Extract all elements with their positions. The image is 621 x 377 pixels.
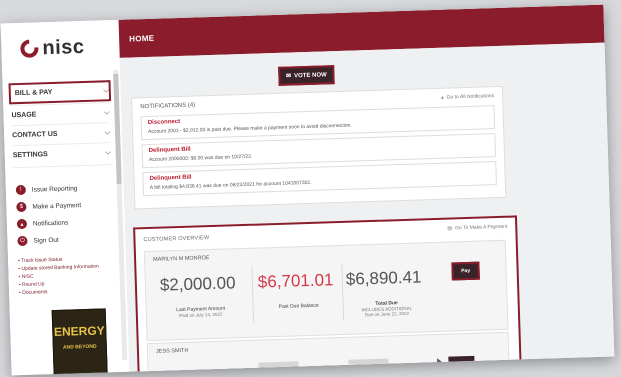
go-to-all-notifications-link[interactable]: ▴ Go to All Notifications (441, 93, 494, 101)
notification-title: Delinquent Bill (148, 146, 191, 154)
bell-icon: ▴ (441, 94, 444, 101)
go-to-all-label: Go to All Notifications (446, 93, 495, 101)
nav-bill-pay[interactable]: BILL & PAY ⌵ (8, 79, 112, 105)
total-due-date: Due on June 22, 2022 (364, 310, 410, 318)
divider (341, 263, 345, 320)
page-title: HOME (129, 33, 155, 44)
book-title: ENERGY (53, 323, 105, 340)
app-window: nisc BILL & PAY ⌵ USAGE ⌵ CONTACT US ⌵ S… (0, 4, 615, 376)
notification-detail: A bill totaling $4,836.41 was due on 06/… (149, 179, 312, 191)
last-payment-amount: $2,000.00 (159, 273, 236, 295)
nav-usage[interactable]: USAGE ⌵ (11, 104, 109, 124)
logo[interactable]: nisc (19, 35, 85, 61)
action-sign-out[interactable]: ⏻ Sign Out (17, 233, 59, 248)
notifications-title: NOTIFICATIONS (4) (140, 102, 196, 111)
logo-text: nisc (42, 35, 85, 59)
placeholder-amount (258, 361, 299, 369)
action-label: Notifications (32, 219, 69, 228)
pay-button[interactable]: Pay (451, 261, 480, 281)
chevron-down-icon: ⌵ (104, 108, 110, 116)
total-due-amount: $6,890.41 (345, 267, 422, 289)
total-due-label-group: Total Due INCLUDES ADDITIONAL Due on Jun… (347, 299, 427, 318)
divider (251, 266, 255, 323)
chevron-down-icon: ⌵ (104, 128, 111, 136)
main-content: ✉ VOTE NOW NOTIFICATIONS (4) ▴ Go to All… (119, 42, 615, 376)
divider (13, 164, 112, 169)
last-payment-label-group: Last Payment Amount Paid on July 14, 202… (161, 305, 241, 319)
vote-now-button[interactable]: ✉ VOTE NOW (278, 65, 335, 86)
placeholder-amount (348, 358, 389, 366)
nav-label: CONTACT US (12, 130, 58, 140)
nav-contact-us[interactable]: CONTACT US ⌵ (12, 124, 110, 144)
quick-links: Track Issue Status Update stored Banking… (18, 254, 123, 297)
notification-title: Delinquent Bill (149, 174, 192, 182)
alert-icon: ! (15, 184, 27, 196)
book-subtitle: AND BEYOND (62, 343, 97, 351)
bell-icon: ▴ (16, 218, 28, 230)
notification-title: Disconnect (147, 118, 181, 126)
power-icon: ⏻ (17, 235, 28, 247)
nav-label: SETTINGS (12, 151, 48, 160)
account-name: MARILYN M MONROE (153, 255, 210, 263)
last-payment-date: Paid on July 14, 2022 (179, 311, 223, 319)
chevron-down-icon: ⌵ (103, 86, 109, 94)
dollar-icon: $ (16, 201, 27, 213)
chevron-down-icon: ⌵ (105, 148, 111, 156)
nav-label: USAGE (11, 111, 37, 120)
ballot-icon: ✉ (285, 73, 292, 80)
action-label: Make a Payment (32, 201, 82, 211)
vote-now-label: VOTE NOW (293, 71, 327, 79)
action-make-payment[interactable]: $ Make a Payment (16, 198, 81, 214)
go-to-pay-label: Go To Make A Payment (455, 223, 508, 232)
pay-button-partial[interactable] (448, 355, 475, 363)
past-due-amount: $6,701.01 (257, 270, 334, 292)
document-icon: ▤ (447, 225, 453, 232)
nisc-logo-icon (20, 38, 40, 58)
promo-book-image[interactable]: ENERGY AND BEYOND (51, 308, 108, 376)
action-label: Sign Out (33, 236, 59, 245)
go-to-make-payment-link[interactable]: ▤ Go To Make A Payment (447, 224, 507, 232)
nav-label: BILL & PAY (14, 88, 53, 98)
notification-detail: Account 2000000: $6.00 was due on 10/27/… (148, 153, 253, 163)
customer-overview-card: CUSTOMER OVERVIEW ▤ Go To Make A Payment… (133, 215, 522, 376)
action-label: Issue Reporting (31, 184, 78, 194)
nav-settings[interactable]: SETTINGS ⌵ (13, 144, 111, 164)
notifications-card: NOTIFICATIONS (4) ▴ Go to All Notificati… (131, 85, 507, 210)
pay-label: Pay (461, 267, 471, 275)
sidebar: nisc BILL & PAY ⌵ USAGE ⌵ CONTACT US ⌵ S… (0, 19, 131, 376)
action-notifications[interactable]: ▴ Notifications (16, 216, 69, 232)
action-issue-reporting[interactable]: ! Issue Reporting (15, 181, 78, 197)
account-name: JESS SMITH (155, 347, 189, 355)
past-due-label: Past Due Balance (278, 302, 319, 310)
overview-title: CUSTOMER OVERVIEW (143, 235, 210, 244)
account-panel: MARILYN M MONROE $2,000.00 Last Payment … (143, 239, 509, 342)
